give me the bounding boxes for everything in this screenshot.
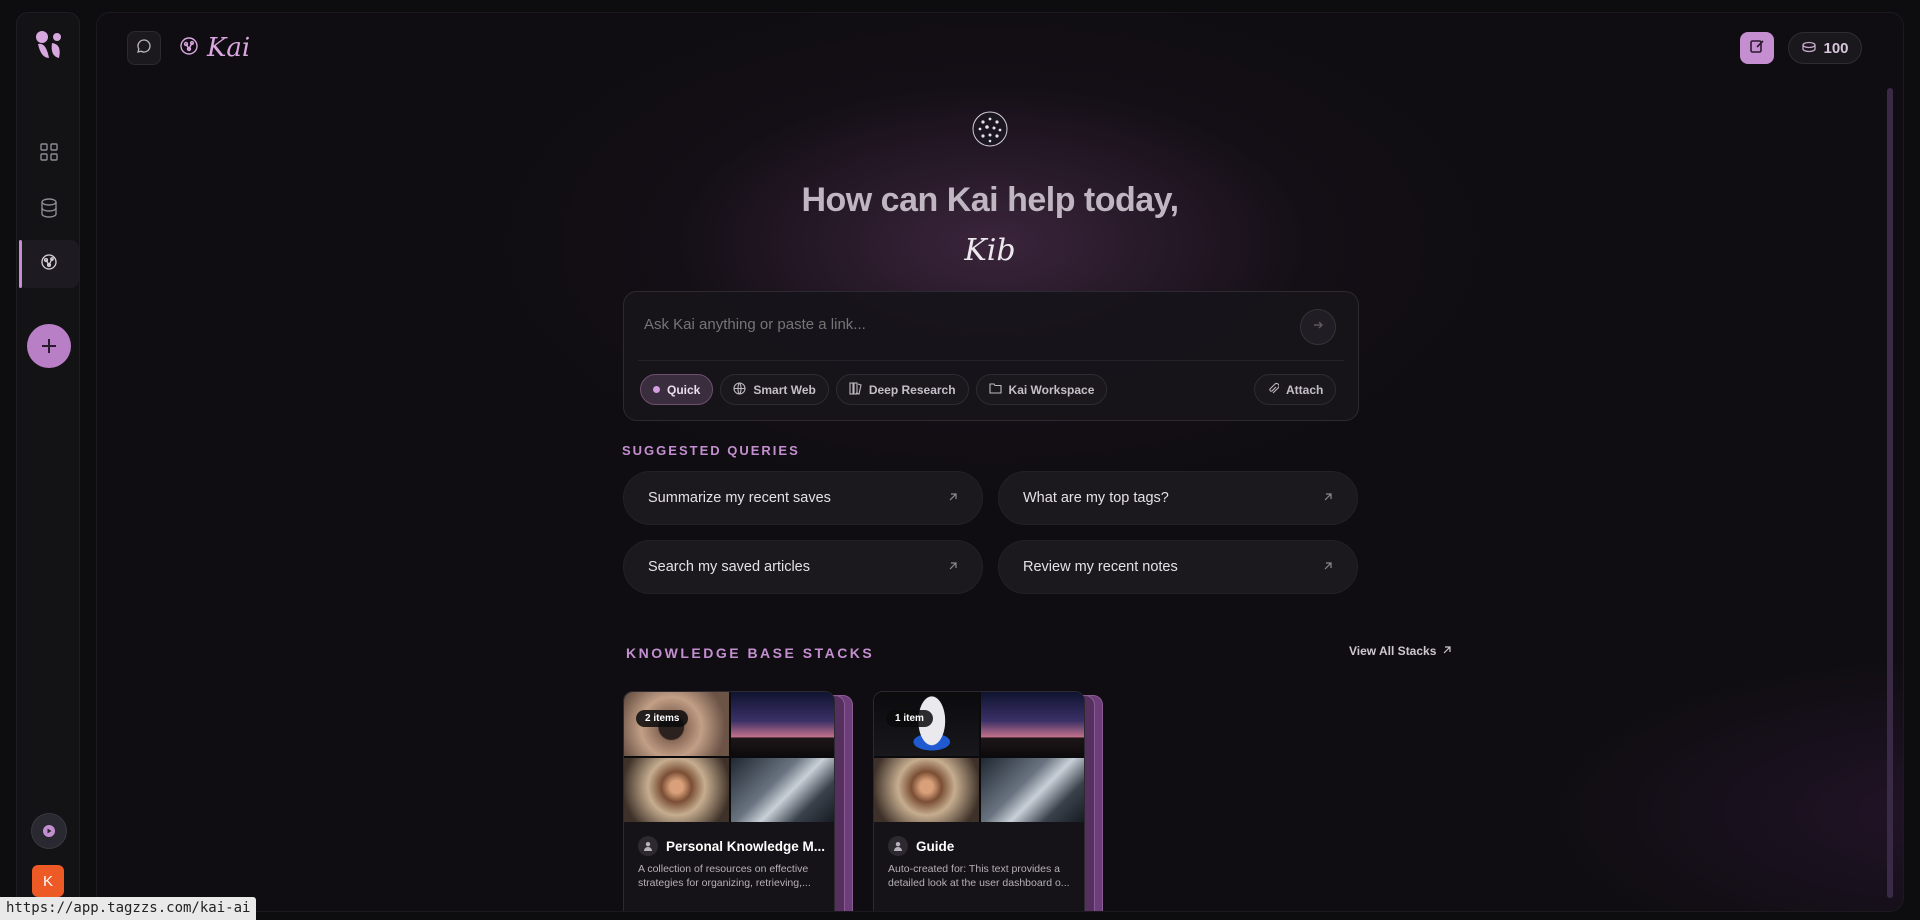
brain-icon bbox=[40, 253, 58, 276]
main-panel: Kai 100 How can Kai help today, Kib Ask … bbox=[96, 12, 1904, 912]
send-button[interactable] bbox=[1300, 309, 1336, 345]
query-label: Summarize my recent saves bbox=[648, 490, 831, 506]
stack-title-text: Guide bbox=[916, 838, 955, 854]
mode-label: Quick bbox=[667, 382, 701, 397]
credits-count: 100 bbox=[1823, 39, 1849, 57]
library-icon bbox=[849, 381, 862, 398]
item-count-badge: 1 item bbox=[886, 710, 933, 727]
attach-label: Attach bbox=[1286, 382, 1324, 397]
arrow-up-right-icon bbox=[948, 490, 958, 506]
divider bbox=[638, 360, 1344, 361]
mode-label: Smart Web bbox=[753, 382, 816, 397]
knowledge-base-heading: KNOWLEDGE BASE STACKS bbox=[626, 645, 875, 661]
ask-input[interactable] bbox=[644, 316, 1284, 333]
kai-orb-icon bbox=[971, 110, 1009, 148]
greeting-username: Kib bbox=[964, 233, 1016, 268]
stack-description: Auto-created for: This text provides a d… bbox=[888, 863, 1070, 889]
stack-card[interactable]: 2 items Personal Knowledge M... A collec… bbox=[623, 691, 859, 911]
database-icon[interactable] bbox=[31, 190, 67, 226]
folder-icon bbox=[988, 382, 1002, 397]
app-logo-icon[interactable] bbox=[32, 28, 66, 62]
suggested-queries-heading: SUGGESTED QUERIES bbox=[622, 443, 800, 458]
view-all-label: View All Stacks bbox=[1349, 644, 1437, 658]
add-button[interactable] bbox=[27, 324, 71, 368]
scrollbar[interactable] bbox=[1887, 88, 1893, 898]
suggested-query[interactable]: What are my top tags? bbox=[998, 471, 1358, 525]
stack-card-front: 1 item Guide Auto-created for: This text… bbox=[873, 691, 1085, 911]
mode-kai-workspace-chip[interactable]: Kai Workspace bbox=[975, 374, 1108, 405]
mode-chips: Quick Smart Web Deep Research Kai Worksp… bbox=[640, 374, 1108, 405]
arrow-up-right-icon bbox=[1323, 559, 1333, 575]
arrow-up-right-icon bbox=[1442, 644, 1452, 658]
stack-title-text: Personal Knowledge M... bbox=[666, 838, 826, 854]
dot-icon bbox=[653, 386, 660, 393]
edit-icon bbox=[1749, 38, 1765, 59]
thumbnail-image bbox=[731, 758, 834, 822]
suggested-query[interactable]: Review my recent notes bbox=[998, 540, 1358, 594]
app-title: Kai bbox=[207, 33, 251, 63]
thumbnail-image bbox=[624, 758, 729, 822]
app-brand: Kai bbox=[179, 31, 250, 65]
stack-card[interactable]: 1 item Guide Auto-created for: This text… bbox=[873, 691, 1109, 911]
brain-icon bbox=[179, 36, 199, 61]
thumbnail-image bbox=[731, 692, 834, 756]
thumbnail-image bbox=[981, 692, 1084, 756]
ask-card: Quick Smart Web Deep Research Kai Worksp… bbox=[623, 291, 1359, 421]
left-rail: K bbox=[16, 12, 80, 912]
query-label: Review my recent notes bbox=[1023, 559, 1178, 575]
arrow-up-right-icon bbox=[1323, 490, 1333, 506]
mode-smart-web-chip[interactable]: Smart Web bbox=[720, 374, 829, 405]
stack-card-front: 2 items Personal Knowledge M... A collec… bbox=[623, 691, 835, 911]
suggested-query[interactable]: Summarize my recent saves bbox=[623, 471, 983, 525]
kai-ai-nav-item[interactable] bbox=[19, 240, 79, 288]
query-label: What are my top tags? bbox=[1023, 490, 1169, 506]
chat-history-button[interactable] bbox=[127, 31, 161, 65]
new-chat-button[interactable] bbox=[1740, 32, 1774, 64]
user-avatar[interactable]: K bbox=[32, 865, 64, 897]
mode-label: Deep Research bbox=[868, 382, 956, 397]
stack-description: A collection of resources on effective s… bbox=[638, 863, 811, 889]
user-icon bbox=[888, 836, 908, 856]
status-bar-url: https://app.tagzzs.com/kai-ai bbox=[0, 897, 257, 920]
mode-deep-research-chip[interactable]: Deep Research bbox=[835, 374, 969, 405]
coins-icon bbox=[1801, 40, 1817, 57]
thumbnail-image bbox=[981, 758, 1084, 822]
paperclip-icon bbox=[1267, 382, 1280, 398]
globe-icon bbox=[733, 381, 746, 398]
mode-quick-chip[interactable]: Quick bbox=[640, 374, 714, 405]
greeting-heading: How can Kai help today, bbox=[801, 181, 1179, 219]
arrow-right-icon bbox=[1312, 318, 1324, 336]
arrow-up-right-icon bbox=[948, 559, 958, 575]
play-icon[interactable] bbox=[31, 813, 67, 849]
user-icon bbox=[638, 836, 658, 856]
stack-title: Guide bbox=[888, 836, 954, 856]
suggested-query[interactable]: Search my saved articles bbox=[623, 540, 983, 594]
item-count-badge: 2 items bbox=[636, 710, 689, 727]
dashboard-grid-icon[interactable] bbox=[31, 134, 67, 170]
thumbnail-image bbox=[874, 758, 979, 822]
stack-title: Personal Knowledge M... bbox=[638, 836, 825, 856]
chat-bubble-icon bbox=[136, 38, 152, 59]
query-label: Search my saved articles bbox=[648, 559, 810, 575]
attach-button[interactable]: Attach bbox=[1254, 374, 1337, 405]
mode-label: Kai Workspace bbox=[1008, 382, 1095, 397]
view-all-stacks-link[interactable]: View All Stacks bbox=[1349, 644, 1452, 658]
credits-badge[interactable]: 100 bbox=[1788, 32, 1862, 64]
